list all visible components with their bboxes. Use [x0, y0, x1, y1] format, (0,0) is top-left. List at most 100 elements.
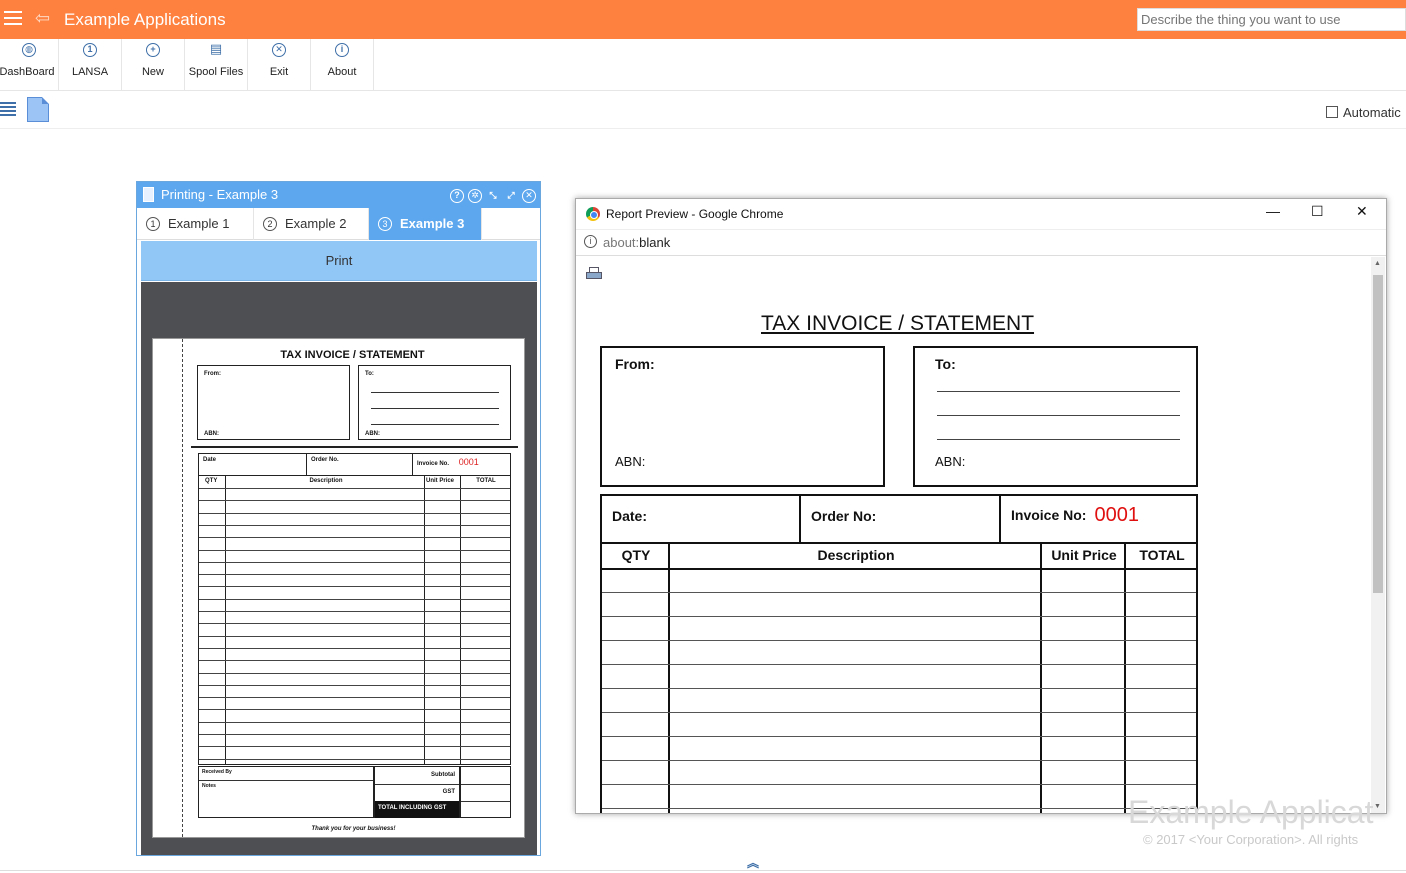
print-button[interactable]: Print — [141, 241, 537, 281]
tab-example-1[interactable]: 1 Example 1 — [137, 208, 254, 240]
mini-totals-labels: Subtotal GST TOTAL INCLUDING GST — [374, 766, 460, 818]
table-row — [602, 592, 1196, 593]
help-icon[interactable]: ? — [450, 189, 464, 203]
mini-to-box: To: ABN: — [358, 365, 511, 440]
table-row — [199, 611, 510, 612]
table-row — [199, 758, 510, 760]
table-row — [199, 524, 510, 526]
scroll-up-icon[interactable]: ▲ — [1374, 260, 1381, 267]
printer-icon[interactable] — [586, 267, 602, 281]
about-button[interactable]: i About — [311, 39, 374, 90]
divider — [937, 439, 1180, 440]
new-button[interactable]: + New — [122, 39, 185, 90]
table-row — [199, 697, 510, 699]
settings-icon[interactable]: ✲ — [468, 189, 482, 203]
about-label: About — [327, 66, 357, 78]
abn-label: ABN: — [365, 431, 380, 437]
divider — [461, 801, 510, 802]
table-row — [199, 746, 510, 748]
table-row — [602, 616, 1196, 617]
to-label: To: — [365, 371, 374, 377]
table-row — [199, 549, 510, 551]
subtotal-label: Subtotal — [431, 772, 455, 778]
info-icon: i — [335, 43, 349, 57]
invoice-number: 0001 — [458, 457, 479, 467]
table-row — [199, 734, 510, 735]
tab-example-2[interactable]: 2 Example 2 — [254, 208, 369, 240]
automatic-checkbox[interactable] — [1326, 106, 1338, 118]
minimize-button[interactable]: — — [1266, 203, 1280, 219]
invoice-thumbnail: TAX INVOICE / STATEMENT From: ABN: To: A… — [152, 338, 525, 838]
mini-from-box: From: ABN: — [197, 365, 350, 440]
table-row — [199, 623, 510, 625]
example-tabs: 1 Example 1 2 Example 2 3 Example 3 — [137, 208, 540, 240]
tab-number-icon: 3 — [378, 217, 392, 231]
thank-you-note: Thank you for your business! — [311, 826, 396, 832]
from-label: From: — [204, 371, 221, 377]
divider — [375, 784, 459, 785]
plus-icon: + — [146, 43, 160, 57]
automatic-toggle[interactable]: Automatic — [1326, 105, 1401, 120]
vertical-scrollbar[interactable]: ▲ ▼ — [1371, 257, 1385, 813]
hamburger-menu-icon[interactable] — [4, 11, 22, 26]
search-input[interactable] — [1137, 8, 1406, 31]
document-icon — [143, 187, 154, 202]
to-box: To: ABN: — [913, 346, 1198, 487]
table-row — [199, 512, 510, 514]
preview-area: TAX INVOICE / STATEMENT From: ABN: To: A… — [141, 282, 537, 855]
window-close-button[interactable]: ✕ — [1356, 203, 1368, 220]
dashboard-button[interactable]: ◍ DashBoard — [0, 39, 59, 90]
invoice-number: 0001 — [1094, 504, 1139, 526]
abn-label: ABN: — [204, 431, 219, 437]
divider — [0, 870, 1406, 871]
order-label: Order No. — [307, 454, 413, 475]
automatic-label: Automatic — [1343, 105, 1401, 120]
lansa-button[interactable]: 1 LANSA — [59, 39, 122, 90]
table-row — [199, 561, 510, 563]
from-box: From: ABN: — [600, 346, 885, 487]
maximize-button[interactable]: ☐ — [1311, 203, 1324, 220]
app-header: ⇦ Example Applications — [0, 0, 1406, 39]
total-header: TOTAL — [1139, 547, 1185, 563]
table-row — [199, 537, 510, 539]
tab-number-icon: 1 — [146, 217, 160, 231]
exit-button[interactable]: ✕ Exit — [248, 39, 311, 90]
invoice-cell: Invoice No. 0001 — [413, 454, 510, 475]
expand-icon[interactable]: ⤢ — [504, 190, 518, 204]
mini-totals-values — [460, 766, 511, 818]
scroll-down-icon[interactable]: ▼ — [1374, 803, 1381, 810]
document-view-icon[interactable] — [27, 97, 49, 122]
table-row — [199, 647, 510, 649]
spool-files-button[interactable]: ▤ Spool Files — [185, 39, 248, 90]
tab-number-icon: 2 — [263, 217, 277, 231]
unit-price-header: Unit Price — [1051, 547, 1117, 563]
chrome-logo-icon — [586, 207, 600, 221]
back-arrow-icon[interactable]: ⇦ — [35, 8, 50, 29]
tab-label: Example 3 — [400, 216, 465, 231]
dashboard-label: DashBoard — [0, 66, 55, 78]
window-titlebar: Report Preview - Google Chrome — ☐ ✕ — [576, 199, 1386, 230]
address-bar[interactable]: i about:blank — [576, 230, 1386, 256]
list-view-icon[interactable] — [0, 102, 16, 116]
url-text: about:blank — [603, 235, 670, 250]
document-icon: ▤ — [209, 41, 223, 56]
close-icon: ✕ — [272, 43, 286, 57]
total-incl-gst-label: TOTAL INCLUDING GST — [375, 801, 459, 818]
table-row — [199, 635, 510, 637]
divider — [937, 415, 1180, 416]
collapse-icon[interactable]: ⤡ — [486, 190, 500, 204]
perforation-line — [182, 339, 183, 837]
panel-header: Printing - Example 3 ? ✲ ⤡ ⤢ ✕ — [137, 182, 540, 208]
globe-icon: ◍ — [22, 43, 36, 57]
invoice-label: Invoice No: — [1011, 507, 1087, 523]
mini-invoice-title: TAX INVOICE / STATEMENT — [280, 349, 425, 361]
close-icon[interactable]: ✕ — [522, 189, 536, 203]
scrollbar-thumb[interactable] — [1373, 275, 1383, 593]
tab-example-3[interactable]: 3 Example 3 — [369, 208, 482, 240]
info-icon[interactable]: i — [584, 235, 597, 248]
scroll-to-top-icon[interactable]: ︽ — [747, 854, 759, 871]
copyright-text: © 2017 <Your Corporation>. All rights — [1143, 832, 1359, 847]
divider — [461, 784, 510, 785]
table-row — [602, 712, 1196, 713]
number-one-icon: 1 — [83, 43, 97, 57]
